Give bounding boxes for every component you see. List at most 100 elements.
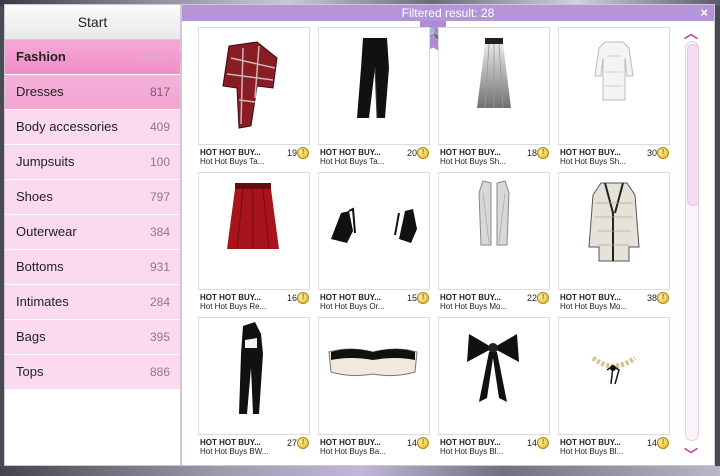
category-outerwear[interactable]: Outerwear 384 — [5, 215, 180, 250]
item-card[interactable]: HOT HOT BUY... Hot Hot Buys Re... 16 ! — [198, 172, 310, 312]
tweed-coat-icon — [588, 182, 640, 262]
item-thumbnail — [438, 172, 550, 290]
item-card[interactable]: HOT HOT BUY... Hot Hot Buys Ta... 20 ! — [318, 27, 430, 167]
red-skirt-icon — [227, 183, 279, 250]
coin-icon: ! — [657, 437, 669, 449]
item-brand: HOT HOT BUY... — [320, 148, 381, 157]
category-count: 797 — [149, 190, 170, 204]
item-thumbnail — [438, 27, 550, 145]
scroll-up-icon[interactable]: ︿ — [684, 23, 698, 43]
category-count: 284 — [149, 295, 170, 309]
scrollbar-track[interactable] — [685, 41, 699, 441]
coin-icon: ! — [657, 292, 669, 304]
item-brand: HOT HOT BUY... — [440, 148, 501, 157]
item-brand: HOT HOT BUY... — [440, 293, 501, 302]
item-price: 38 — [646, 293, 657, 303]
category-label: Body accessories — [16, 119, 118, 134]
category-shoes[interactable]: Shoes 797 — [5, 180, 180, 215]
black-bow-icon — [467, 334, 519, 402]
item-name: Hot Hot Buys BW... — [200, 447, 269, 456]
results-panel: Filtered result: 28 × 🔍 HOT HOT BUY... H… — [181, 4, 715, 466]
item-name: Hot Hot Buys Ba... — [320, 447, 386, 456]
scroll-down-icon[interactable]: ﹀ — [684, 445, 698, 465]
category-label: Bottoms — [16, 259, 64, 274]
item-card[interactable]: HOT HOT BUY... Hot Hot Buys Sh... 30 ! — [558, 27, 670, 167]
item-thumbnail — [558, 317, 670, 435]
plaid-scarf-icon — [222, 41, 278, 129]
category-label: Jumpsuits — [16, 154, 75, 169]
category-label: Fashion — [16, 49, 66, 64]
item-thumbnail — [558, 27, 670, 145]
start-button[interactable]: Start — [5, 5, 180, 40]
category-count: 1000+ — [136, 50, 170, 64]
white-dress-icon — [594, 41, 634, 101]
category-intimates[interactable]: Intimates 284 — [5, 285, 180, 320]
item-thumbnail — [318, 172, 430, 290]
pearl-collar-icon — [591, 355, 637, 385]
close-icon[interactable]: × — [700, 5, 708, 21]
item-price: 30 — [646, 148, 657, 158]
item-price: 20 — [406, 148, 417, 158]
item-name: Hot Hot Buys Ta... — [320, 157, 385, 166]
coin-icon: ! — [537, 437, 549, 449]
item-name: Hot Hot Buys Bl... — [440, 447, 504, 456]
category-panel: Start Fashion 1000+ Dresses 817 Body acc… — [4, 4, 186, 466]
coin-icon: ! — [297, 292, 309, 304]
category-label: Shoes — [16, 189, 53, 204]
coin-icon: ! — [297, 437, 309, 449]
item-brand: HOT HOT BUY... — [320, 293, 381, 302]
item-card[interactable]: HOT HOT BUY... Hot Hot Buys Bl... 14 ! — [438, 317, 550, 457]
item-brand: HOT HOT BUY... — [320, 438, 381, 447]
item-grid: HOT HOT BUY... Hot Hot Buys Ta... 19 ! H… — [198, 27, 678, 467]
item-card[interactable]: HOT HOT BUY... Hot Hot Buys Bl... 14 ! — [558, 317, 670, 457]
item-price: 16 — [286, 293, 297, 303]
item-card[interactable]: HOT HOT BUY... Hot Hot Buys Mo... 38 ! — [558, 172, 670, 312]
item-thumbnail — [198, 172, 310, 290]
category-fashion[interactable]: Fashion 1000+ — [5, 40, 186, 75]
item-price: 14 — [406, 438, 417, 448]
category-bottoms[interactable]: Bottoms 931 — [5, 250, 180, 285]
item-card[interactable]: HOT HOT BUY... Hot Hot Buys Mo... 22 ! — [438, 172, 550, 312]
scrollbar-thumb[interactable] — [687, 44, 699, 206]
item-brand: HOT HOT BUY... — [200, 438, 261, 447]
item-brand: HOT HOT BUY... — [200, 148, 261, 157]
item-price: 14 — [646, 438, 657, 448]
item-name: Hot Hot Buys Ta... — [200, 157, 265, 166]
coin-icon: ! — [417, 437, 429, 449]
silver-skirt-icon — [477, 38, 511, 109]
item-card[interactable]: HOT HOT BUY... Hot Hot Buys BW... 27 ! — [198, 317, 310, 457]
item-price: 22 — [526, 293, 537, 303]
item-brand: HOT HOT BUY... — [560, 148, 621, 157]
item-brand: HOT HOT BUY... — [560, 293, 621, 302]
item-name: Hot Hot Buys Sh... — [560, 157, 626, 166]
category-count: 886 — [149, 365, 170, 379]
black-jumpsuit-icon — [239, 322, 263, 414]
category-bags[interactable]: Bags 395 — [5, 320, 180, 355]
item-name: Hot Hot Buys Mo... — [560, 302, 628, 311]
item-thumbnail — [198, 27, 310, 145]
category-label: Bags — [16, 329, 46, 344]
category-jumpsuits[interactable]: Jumpsuits 100 — [5, 145, 180, 180]
category-count: 817 — [149, 85, 170, 99]
coin-icon: ! — [537, 147, 549, 159]
category-label: Intimates — [16, 294, 69, 309]
coin-icon: ! — [417, 292, 429, 304]
coin-icon: ! — [417, 147, 429, 159]
category-count: 931 — [149, 260, 170, 274]
item-card[interactable]: HOT HOT BUY... Hot Hot Buys Ba... 14 ! — [318, 317, 430, 457]
item-name: Hot Hot Buys Or... — [320, 302, 385, 311]
item-name: Hot Hot Buys Mo... — [440, 302, 508, 311]
grey-vest-icon — [478, 180, 510, 246]
item-card[interactable]: HOT HOT BUY... Hot Hot Buys Or... 15 ! — [318, 172, 430, 312]
item-name: Hot Hot Buys Sh... — [440, 157, 506, 166]
category-tops[interactable]: Tops 886 — [5, 355, 180, 390]
item-thumbnail — [198, 317, 310, 435]
category-body-accessories[interactable]: Body accessories 409 — [5, 110, 180, 145]
coin-icon: ! — [297, 147, 309, 159]
item-card[interactable]: HOT HOT BUY... Hot Hot Buys Sh... 18 ! — [438, 27, 550, 167]
bandeau-top-icon — [328, 348, 418, 377]
item-card[interactable]: HOT HOT BUY... Hot Hot Buys Ta... 19 ! — [198, 27, 310, 167]
category-dresses[interactable]: Dresses 817 — [5, 75, 180, 110]
category-label: Dresses — [16, 84, 64, 99]
item-price: 15 — [406, 293, 417, 303]
